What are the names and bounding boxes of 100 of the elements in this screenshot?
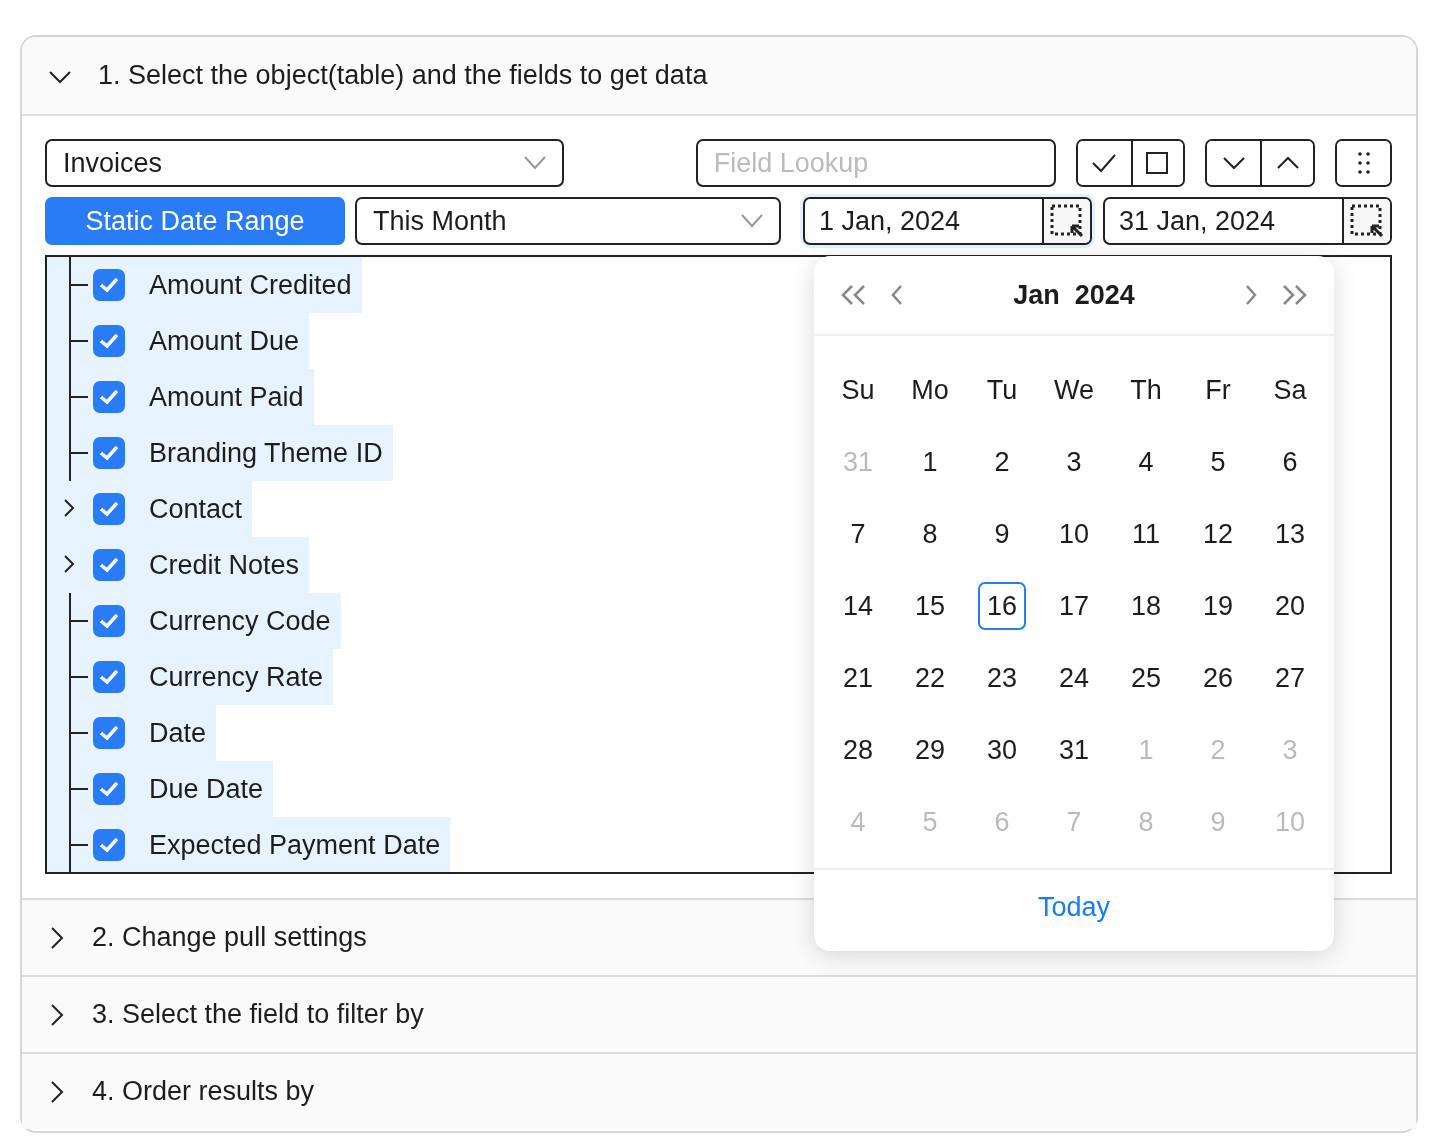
weekday-label: Th: [1130, 373, 1162, 407]
calendar-day[interactable]: 9: [978, 510, 1026, 558]
tree-item[interactable]: Amount Credited: [47, 257, 362, 313]
check-icon: [99, 333, 119, 349]
chevron-left-icon: [890, 284, 904, 306]
calendar-day[interactable]: 3: [1050, 438, 1098, 486]
calendar-day[interactable]: 25: [1122, 654, 1170, 702]
check-icon: [99, 669, 119, 685]
checkbox[interactable]: [93, 605, 125, 637]
check-icon: [99, 277, 119, 293]
tree-connector-line: [69, 369, 89, 425]
calendar-day[interactable]: 14: [834, 582, 882, 630]
checkbox[interactable]: [93, 829, 125, 861]
calendar-day[interactable]: 8: [906, 510, 954, 558]
collapse-all-button[interactable]: [1260, 141, 1314, 185]
date-field[interactable]: 31 Jan, 2024: [1103, 197, 1392, 245]
tree-item[interactable]: Due Date: [47, 761, 274, 817]
date-picker-button[interactable]: [1042, 199, 1090, 243]
static-date-range-button[interactable]: Static Date Range: [45, 197, 345, 245]
checkbox[interactable]: [93, 717, 125, 749]
calendar-day[interactable]: 24: [1050, 654, 1098, 702]
calendar-day[interactable]: 11: [1122, 510, 1170, 558]
check-icon: [99, 557, 119, 573]
range-dropdown[interactable]: This Month: [355, 197, 781, 245]
chevron-down-icon: [741, 214, 763, 228]
tree-item[interactable]: Contact: [47, 481, 253, 537]
calendar-day[interactable]: 17: [1050, 582, 1098, 630]
check-icon: [99, 445, 119, 461]
checkbox[interactable]: [93, 269, 125, 301]
check-icon: [99, 613, 119, 629]
calendar-day[interactable]: 22: [906, 654, 954, 702]
checkbox[interactable]: [93, 549, 125, 581]
chevron-right-icon: [48, 925, 66, 950]
check-icon: [99, 501, 119, 517]
tree-item[interactable]: Expected Payment Date: [47, 817, 451, 872]
tree-item[interactable]: Credit Notes: [47, 537, 310, 593]
uncheck-all-button[interactable]: [1130, 141, 1184, 185]
date-field[interactable]: 1 Jan, 2024: [803, 197, 1092, 245]
field-lookup-input[interactable]: Field Lookup: [695, 139, 1056, 187]
calendar-day[interactable]: 23: [978, 654, 1026, 702]
chevron-right-icon[interactable]: [63, 555, 75, 573]
date-picker-button[interactable]: [1342, 199, 1390, 243]
calendar-day[interactable]: 29: [906, 726, 954, 774]
dots-icon: [1357, 152, 1370, 174]
calendar-day[interactable]: 4: [1122, 438, 1170, 486]
double-chevron-right-icon: [1280, 284, 1308, 306]
chevron-right-icon: [1244, 284, 1258, 306]
square-icon: [1145, 151, 1171, 175]
tree-item[interactable]: Amount Due: [47, 313, 310, 369]
section-header[interactable]: 4. Order results by: [22, 1052, 1416, 1129]
calendar-day[interactable]: 7: [834, 510, 882, 558]
calendar-day[interactable]: 13: [1266, 510, 1314, 558]
double-chevron-left-icon: [840, 284, 868, 306]
calendar-day[interactable]: 19: [1194, 582, 1242, 630]
tree-item[interactable]: Currency Code: [47, 593, 341, 649]
tree-item[interactable]: Currency Rate: [47, 649, 334, 705]
checkbox[interactable]: [93, 381, 125, 413]
tree-item[interactable]: Date: [47, 705, 217, 761]
tree-connector-line: [69, 313, 89, 369]
calendar-day[interactable]: 2: [978, 438, 1026, 486]
check-icon: [99, 389, 119, 405]
chevron-right-icon: [48, 1079, 66, 1104]
checkbox[interactable]: [93, 325, 125, 357]
calendar-day[interactable]: 10: [1050, 510, 1098, 558]
calendar-day[interactable]: 18: [1122, 582, 1170, 630]
calendar-day[interactable]: 5: [1194, 438, 1242, 486]
calendar-day[interactable]: 6: [1266, 438, 1314, 486]
tree-item[interactable]: Branding Theme ID: [47, 425, 393, 481]
calendar-day[interactable]: 31: [1050, 726, 1098, 774]
calendar-day[interactable]: 30: [978, 726, 1026, 774]
weekday-label: Mo: [911, 373, 949, 407]
object-dropdown[interactable]: Invoices: [45, 139, 564, 187]
check-icon: [99, 725, 119, 741]
check-icon: [99, 781, 119, 797]
section-header[interactable]: 3. Select the field to filter by: [22, 975, 1416, 1052]
chevron-down-icon: [523, 156, 546, 170]
tree-item[interactable]: Amount Paid: [47, 369, 314, 425]
calendar-day[interactable]: 1: [906, 438, 954, 486]
checkbox[interactable]: [93, 493, 125, 525]
checkbox[interactable]: [93, 437, 125, 469]
calendar-day[interactable]: 16: [978, 582, 1026, 630]
calendar-day[interactable]: 28: [834, 726, 882, 774]
calendar-day[interactable]: 20: [1266, 582, 1314, 630]
calendar-day[interactable]: 26: [1194, 654, 1242, 702]
weekday-label: We: [1054, 373, 1094, 407]
tree-connector-line: [69, 425, 89, 481]
tree-connector-line: [69, 705, 89, 761]
calendar-day[interactable]: 12: [1194, 510, 1242, 558]
chevron-right-icon[interactable]: [63, 499, 75, 517]
more-button[interactable]: [1337, 141, 1390, 185]
weekday-label: Su: [841, 373, 875, 407]
checkbox[interactable]: [93, 661, 125, 693]
weekday-label: Tu: [986, 373, 1018, 407]
chevron-right-icon: [48, 1002, 66, 1027]
calendar-day[interactable]: 21: [834, 654, 882, 702]
section-header[interactable]: 1. Select the object(table) and the fields to get data: [22, 37, 1416, 114]
calendar-day[interactable]: 27: [1266, 654, 1314, 702]
tree-connector-line: [69, 649, 89, 705]
checkbox[interactable]: [93, 773, 125, 805]
calendar-day[interactable]: 15: [906, 582, 954, 630]
